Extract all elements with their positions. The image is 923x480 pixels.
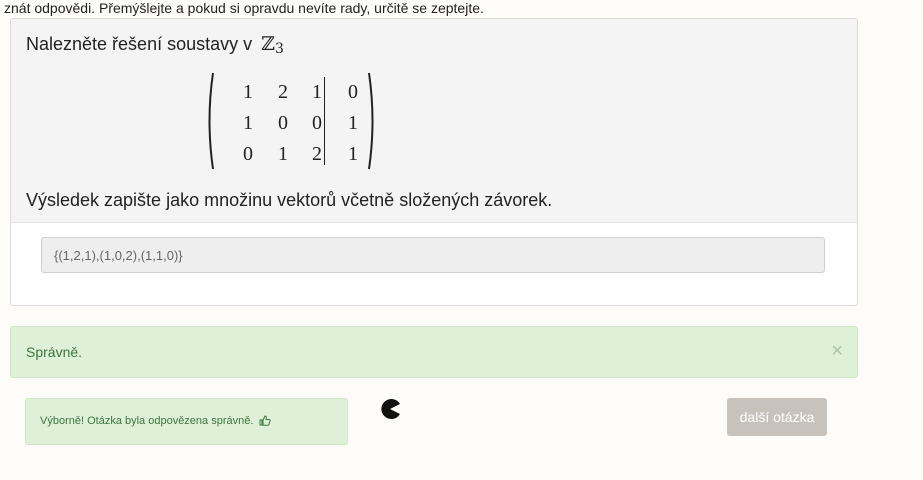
matrix-cell: 0 (278, 112, 288, 134)
left-parenthesis (208, 72, 214, 170)
question-body: Nalezněte řešení soustavy v ℤ3 1 2 1 0 1… (11, 19, 857, 223)
augment-divider (324, 77, 325, 165)
answer-field[interactable]: {(1,2,1),(1,0,2),(1,1,0)} (41, 237, 825, 273)
question-title: Nalezněte řešení soustavy v ℤ3 (26, 33, 284, 57)
matrix-cell: 1 (348, 143, 358, 165)
matrix-cell: 0 (348, 81, 358, 103)
success-alert: Správně. × (10, 326, 858, 378)
matrix-cell: 1 (243, 112, 253, 134)
question-title-text: Nalezněte řešení soustavy v (26, 34, 253, 54)
matrix-cell: 2 (278, 81, 288, 103)
loading-spinner-icon (381, 399, 400, 419)
question-card: Nalezněte řešení soustavy v ℤ3 1 2 1 0 1… (10, 18, 858, 306)
matrix-cell: 1 (348, 112, 358, 134)
ring-subscript: 3 (275, 41, 284, 57)
question-instruction: Výsledek zapište jako množinu vektorů vč… (26, 190, 553, 210)
thumbs-up-icon (259, 415, 272, 426)
matrix-cell: 1 (278, 143, 288, 165)
feedback-message: Výborně! Otázka byla odpovězena správně. (25, 398, 348, 445)
feedback-text: Výborně! Otázka byla odpovězena správně. (40, 415, 254, 427)
matrix-cell: 1 (243, 81, 253, 103)
right-parenthesis (368, 72, 374, 170)
matrix-cell: 0 (243, 143, 253, 165)
alert-text: Správně. (26, 344, 83, 360)
next-question-button[interactable]: další otázka (727, 398, 827, 436)
close-icon[interactable]: × (831, 340, 843, 363)
augmented-matrix: 1 2 1 0 1 0 0 1 0 1 2 1 (207, 72, 374, 170)
intro-text: znát odpovědi. Přemýšlejte a pokud si op… (4, 0, 484, 16)
ring-symbol: ℤ (261, 33, 276, 55)
